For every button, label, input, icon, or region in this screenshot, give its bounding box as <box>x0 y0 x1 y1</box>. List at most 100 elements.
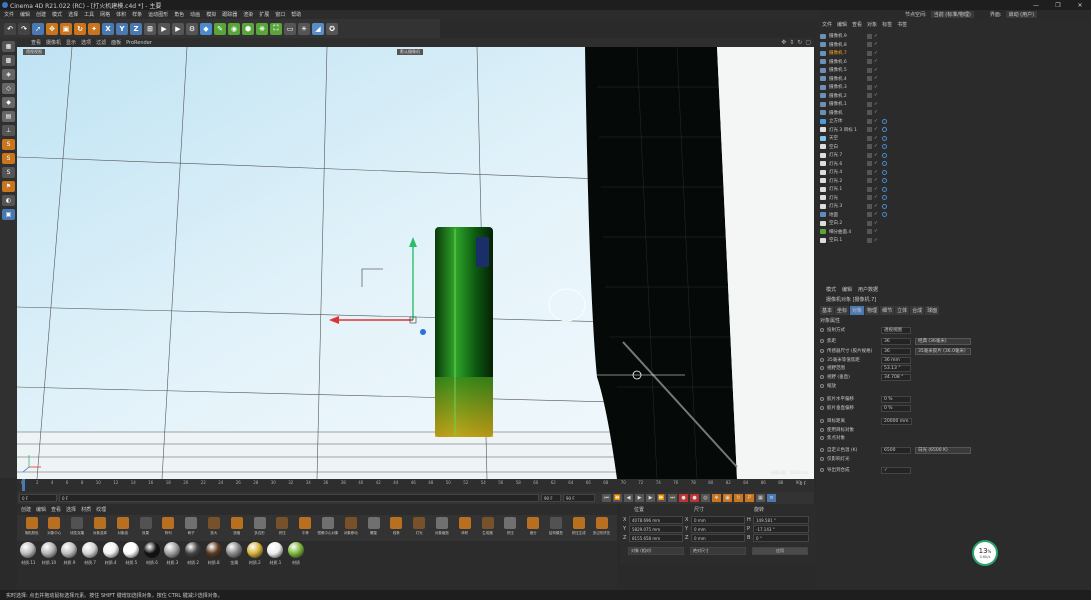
object-row[interactable]: 灯光.3 ✓ <box>816 202 1091 211</box>
tag-icon[interactable] <box>881 127 887 133</box>
mat-menu-material[interactable]: 材质 <box>81 506 91 514</box>
enabled-check-icon[interactable]: ✓ <box>874 136 878 141</box>
menu-edit[interactable]: 编辑 <box>20 11 30 18</box>
tag-icon[interactable] <box>881 212 887 218</box>
vp-menu-prorender[interactable]: ProRender <box>126 40 152 46</box>
plugin-tool[interactable]: 多边形 <box>249 517 270 539</box>
attribute-preset-dropdown[interactable]: 经典 (36毫米) <box>915 337 971 345</box>
rotation-field[interactable]: 0 ° <box>753 534 809 542</box>
mat-menu-create[interactable]: 创建 <box>21 506 31 514</box>
object-row[interactable]: 摄像机.9 ✓ <box>816 32 1091 41</box>
plugin-tool[interactable]: 线性克隆 <box>67 517 88 539</box>
enabled-check-icon[interactable]: ✓ <box>874 170 878 175</box>
attr-menu-userdata[interactable]: 用户数据 <box>858 286 878 293</box>
animate-dot-icon[interactable] <box>820 436 824 440</box>
enabled-check-icon[interactable]: ✓ <box>874 127 878 132</box>
menu-simulate[interactable]: 模拟 <box>206 11 216 18</box>
tag-icon[interactable] <box>881 144 887 150</box>
tag-icon[interactable] <box>881 195 887 201</box>
size-field[interactable]: 0 mm <box>691 525 745 533</box>
animate-dot-icon[interactable] <box>820 349 824 353</box>
3d-viewport[interactable]: 透视视图 默认摄像机 网格间距 : 1000 cm <box>17 47 814 479</box>
visibility-dots-icon[interactable] <box>867 144 872 150</box>
enabled-check-icon[interactable]: ✓ <box>874 119 878 124</box>
object-row[interactable]: 灯光.7 ✓ <box>816 151 1091 160</box>
attribute-subtab[interactable]: 基本 <box>820 306 835 315</box>
menu-volume[interactable]: 体积 <box>116 11 126 18</box>
plugin-tool[interactable]: 多边形挤压 <box>591 517 612 539</box>
enabled-check-icon[interactable]: ✓ <box>874 93 878 98</box>
next-key-icon[interactable]: ⏩ <box>657 494 666 502</box>
render-icon[interactable]: ✪ <box>326 22 338 35</box>
enabled-check-icon[interactable]: ✓ <box>874 204 878 209</box>
floor-icon[interactable]: ◢ <box>312 22 324 35</box>
plugin-tool[interactable]: 对象移动 <box>340 517 361 539</box>
plugin-tool[interactable]: 挤压 <box>272 517 293 539</box>
plugin-tool[interactable]: 镜像中心对象 <box>317 517 338 539</box>
tag-icon[interactable] <box>881 135 887 141</box>
visibility-dots-icon[interactable] <box>867 186 872 192</box>
key-pla-icon[interactable]: ▦ <box>756 494 765 502</box>
enabled-check-icon[interactable]: ✓ <box>874 34 878 39</box>
position-field[interactable]: 8155.658 mm <box>629 534 683 542</box>
plugin-tool[interactable]: 放缩 <box>226 517 247 539</box>
x-axis-icon[interactable]: X <box>102 22 114 35</box>
cloner-icon[interactable]: ⬢ <box>242 22 254 35</box>
menu-create[interactable]: 创建 <box>36 11 46 18</box>
enabled-check-icon[interactable]: ✓ <box>874 102 878 107</box>
cube-icon[interactable]: ◆ <box>200 22 212 35</box>
tag-icon[interactable] <box>881 152 887 158</box>
object-row[interactable]: 立方体 ✓ <box>816 117 1091 126</box>
visibility-dots-icon[interactable] <box>867 220 872 226</box>
lock-workplane-icon[interactable]: ⚑ <box>2 181 15 192</box>
auto-key-icon[interactable]: ● <box>690 494 699 502</box>
material-swatch[interactable]: 材质.10 <box>39 542 60 570</box>
minimize-button[interactable]: — <box>1025 2 1047 9</box>
plugin-tool[interactable]: 生成器 <box>477 517 498 539</box>
object-row[interactable]: 灯光.2 ✓ <box>816 177 1091 186</box>
object-row[interactable]: 地面 ✓ <box>816 211 1091 220</box>
attribute-value-field[interactable]: 34.708 ° <box>881 373 911 381</box>
visibility-dots-icon[interactable] <box>867 84 872 90</box>
enabled-check-icon[interactable]: ✓ <box>874 110 878 115</box>
object-row[interactable]: 摄像机.6 ✓ <box>816 58 1091 67</box>
attribute-subtab[interactable]: 立体 <box>895 306 910 315</box>
menu-tools[interactable]: 工具 <box>84 11 94 18</box>
visibility-dots-icon[interactable] <box>867 33 872 39</box>
menu-tracker[interactable]: 跟踪器 <box>222 11 237 18</box>
object-row[interactable]: 灯光.6 ✓ <box>816 160 1091 169</box>
vp-menu-cameras[interactable]: 摄像机 <box>46 39 61 46</box>
apply-button[interactable]: 应用 <box>752 547 808 555</box>
visibility-dots-icon[interactable] <box>867 178 872 184</box>
sculpt-icon[interactable]: ▣ <box>2 209 15 220</box>
rotate-icon[interactable]: ↻ <box>74 22 86 35</box>
solo-icon[interactable]: ◐ <box>2 195 15 206</box>
plugin-tool[interactable]: 体积 <box>454 517 475 539</box>
mat-menu-texture[interactable]: 纹理 <box>96 506 106 514</box>
object-row[interactable]: 空白 ✓ <box>816 143 1091 152</box>
tag-icon[interactable] <box>881 169 887 175</box>
object-row[interactable]: 空白.1 ✓ <box>816 236 1091 245</box>
om-menu-tags[interactable]: 标签 <box>882 21 892 28</box>
vp-menu-panel[interactable]: 面板 <box>111 39 121 46</box>
timeline-settings-icon[interactable]: ≡ <box>767 494 776 502</box>
visibility-dots-icon[interactable] <box>867 195 872 201</box>
orbit-icon[interactable]: ↻ <box>797 39 802 46</box>
plugin-tool[interactable]: 挤压生成 <box>568 517 589 539</box>
position-field[interactable]: 4078.696 mm <box>629 516 683 524</box>
visibility-dots-icon[interactable] <box>867 110 872 116</box>
end-frame-field[interactable]: 90 F <box>541 494 561 502</box>
key-scale-icon[interactable]: ▣ <box>723 494 732 502</box>
tag-icon[interactable] <box>881 186 887 192</box>
object-row[interactable]: 天空 ✓ <box>816 134 1091 143</box>
menu-file[interactable]: 文件 <box>4 11 14 18</box>
om-menu-edit[interactable]: 编辑 <box>837 21 847 28</box>
current-frame-field[interactable]: 0 F <box>19 494 57 502</box>
attribute-subtab[interactable]: 合成 <box>910 306 925 315</box>
timeline-ruler[interactable]: 0246810121416182022242628303234363840424… <box>17 479 814 492</box>
scene-icon[interactable]: ⛶ <box>270 22 282 35</box>
material-swatch[interactable]: 材质.9 <box>59 542 80 570</box>
enabled-check-icon[interactable]: ✓ <box>874 85 878 90</box>
model-mode-icon[interactable]: ▦ <box>2 41 15 52</box>
visibility-dots-icon[interactable] <box>867 67 872 73</box>
